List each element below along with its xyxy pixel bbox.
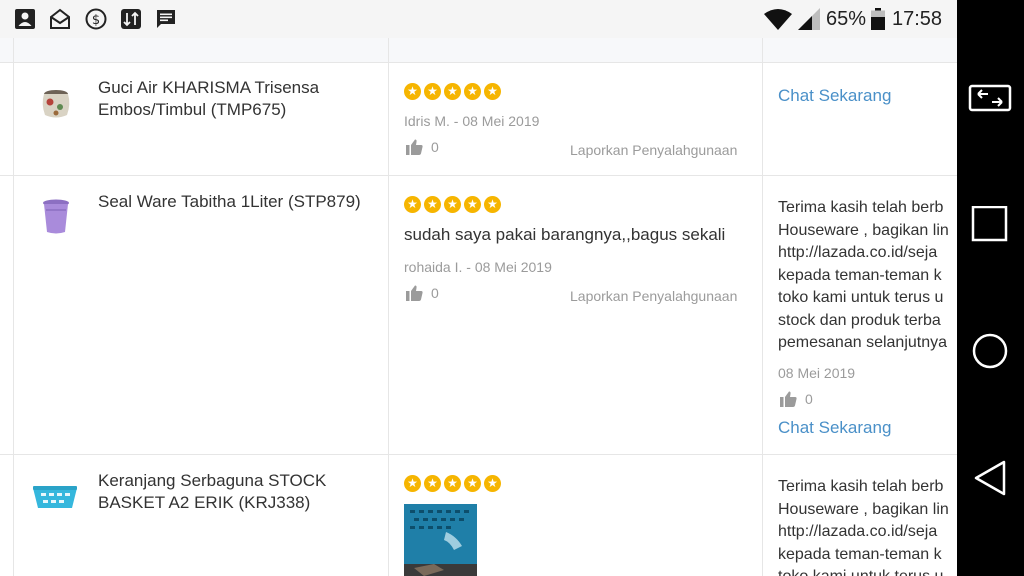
dollar-icon: $ [85,8,107,30]
star-icon [484,83,501,100]
battery-icon [871,8,885,30]
product-image[interactable] [36,82,76,122]
like-button[interactable]: 0 [406,139,439,155]
star-icon [444,475,461,492]
thumbs-up-icon [780,391,797,407]
reply-line: http://lazada.co.id/seja [778,523,938,540]
seller-reply: Terima kasih telah berb Houseware , bagi… [778,476,957,576]
like-button[interactable]: 0 [406,285,439,301]
signal-icon [798,8,820,30]
reply-line: Terima kasih telah berb [778,478,944,495]
star-icon [404,475,421,492]
star-rating [404,475,501,493]
star-icon [444,83,461,100]
star-rating [404,83,501,101]
product-name[interactable]: Seal Ware Tabitha 1Liter (STP879) [98,191,383,213]
report-abuse-link[interactable]: Laporkan Penyalahgunaan [570,288,737,304]
svg-text:$: $ [92,13,100,28]
reviews-table: Guci Air KHARISMA Trisensa Embos/Timbul … [0,38,957,576]
wifi-icon [764,9,792,30]
back-icon[interactable] [966,460,1014,498]
star-icon [444,196,461,213]
reply-like-button[interactable]: 0 [780,391,813,407]
like-count: 0 [805,391,813,407]
report-abuse-link[interactable]: Laporkan Penyalahgunaan [570,142,737,158]
chat-now-link[interactable]: Chat Sekarang [778,86,891,106]
battery-percent: 65% [826,8,867,30]
thumbs-up-icon [406,139,423,155]
thumbs-up-icon [406,285,423,301]
review-photo-image [404,504,477,576]
like-count: 0 [431,139,439,155]
reply-date: 08 Mei 2019 [778,365,856,381]
star-rating [404,196,501,214]
reply-line: Terima kasih telah berb [778,199,944,216]
star-icon [424,83,441,100]
star-icon [424,196,441,213]
star-icon [404,196,421,213]
star-icon [484,475,501,492]
star-icon [464,83,481,100]
status-bar: $ 65% 17:58 [0,0,957,38]
reply-line: toko kami untuk terus u [778,289,944,306]
review-text: sudah saya pakai barangnya,,bagus sekali [404,225,726,244]
reply-line: Houseware , bagikan lin [778,500,949,518]
reply-line: pemesanan selanjutnya [778,334,948,351]
product-name[interactable]: Keranjang Serbaguna STOCK BASKET A2 ERIK… [98,470,383,514]
mail-open-icon [50,8,70,29]
reply-line: http://lazada.co.id/seja [778,244,938,261]
screen-mirror-icon[interactable] [966,80,1014,116]
reviewer-info: Idris M. - 08 Mei 2019 [404,113,540,129]
like-count: 0 [431,285,439,301]
star-icon [484,196,501,213]
chat-now-link[interactable]: Chat Sekarang [778,418,891,438]
recent-apps-icon[interactable] [966,206,1014,242]
navigation-bar [957,0,1024,576]
star-icon [464,475,481,492]
reply-line: kepada teman-teman k [778,266,942,284]
reply-line: toko kami untuk terus u [778,566,957,576]
star-icon [424,475,441,492]
review-photo[interactable] [404,504,477,576]
shuffle-app-icon [121,9,141,29]
contact-icon [15,9,35,29]
reviewer-info: rohaida I. - 08 Mei 2019 [404,259,552,275]
product-name[interactable]: Guci Air KHARISMA Trisensa Embos/Timbul … [98,77,383,121]
product-image[interactable] [31,476,79,516]
message-icon [157,10,175,28]
home-icon[interactable] [966,332,1014,370]
product-image[interactable] [36,196,76,236]
star-icon [404,83,421,100]
reply-line: stock dan produk terba [778,311,941,329]
seller-reply: Terima kasih telah berb Houseware , bagi… [778,197,957,355]
reply-line: Houseware , bagikan lin [778,221,949,239]
table-header [0,38,957,63]
clock: 17:58 [892,8,943,30]
reply-line: kepada teman-teman k [778,545,942,563]
star-icon [464,196,481,213]
